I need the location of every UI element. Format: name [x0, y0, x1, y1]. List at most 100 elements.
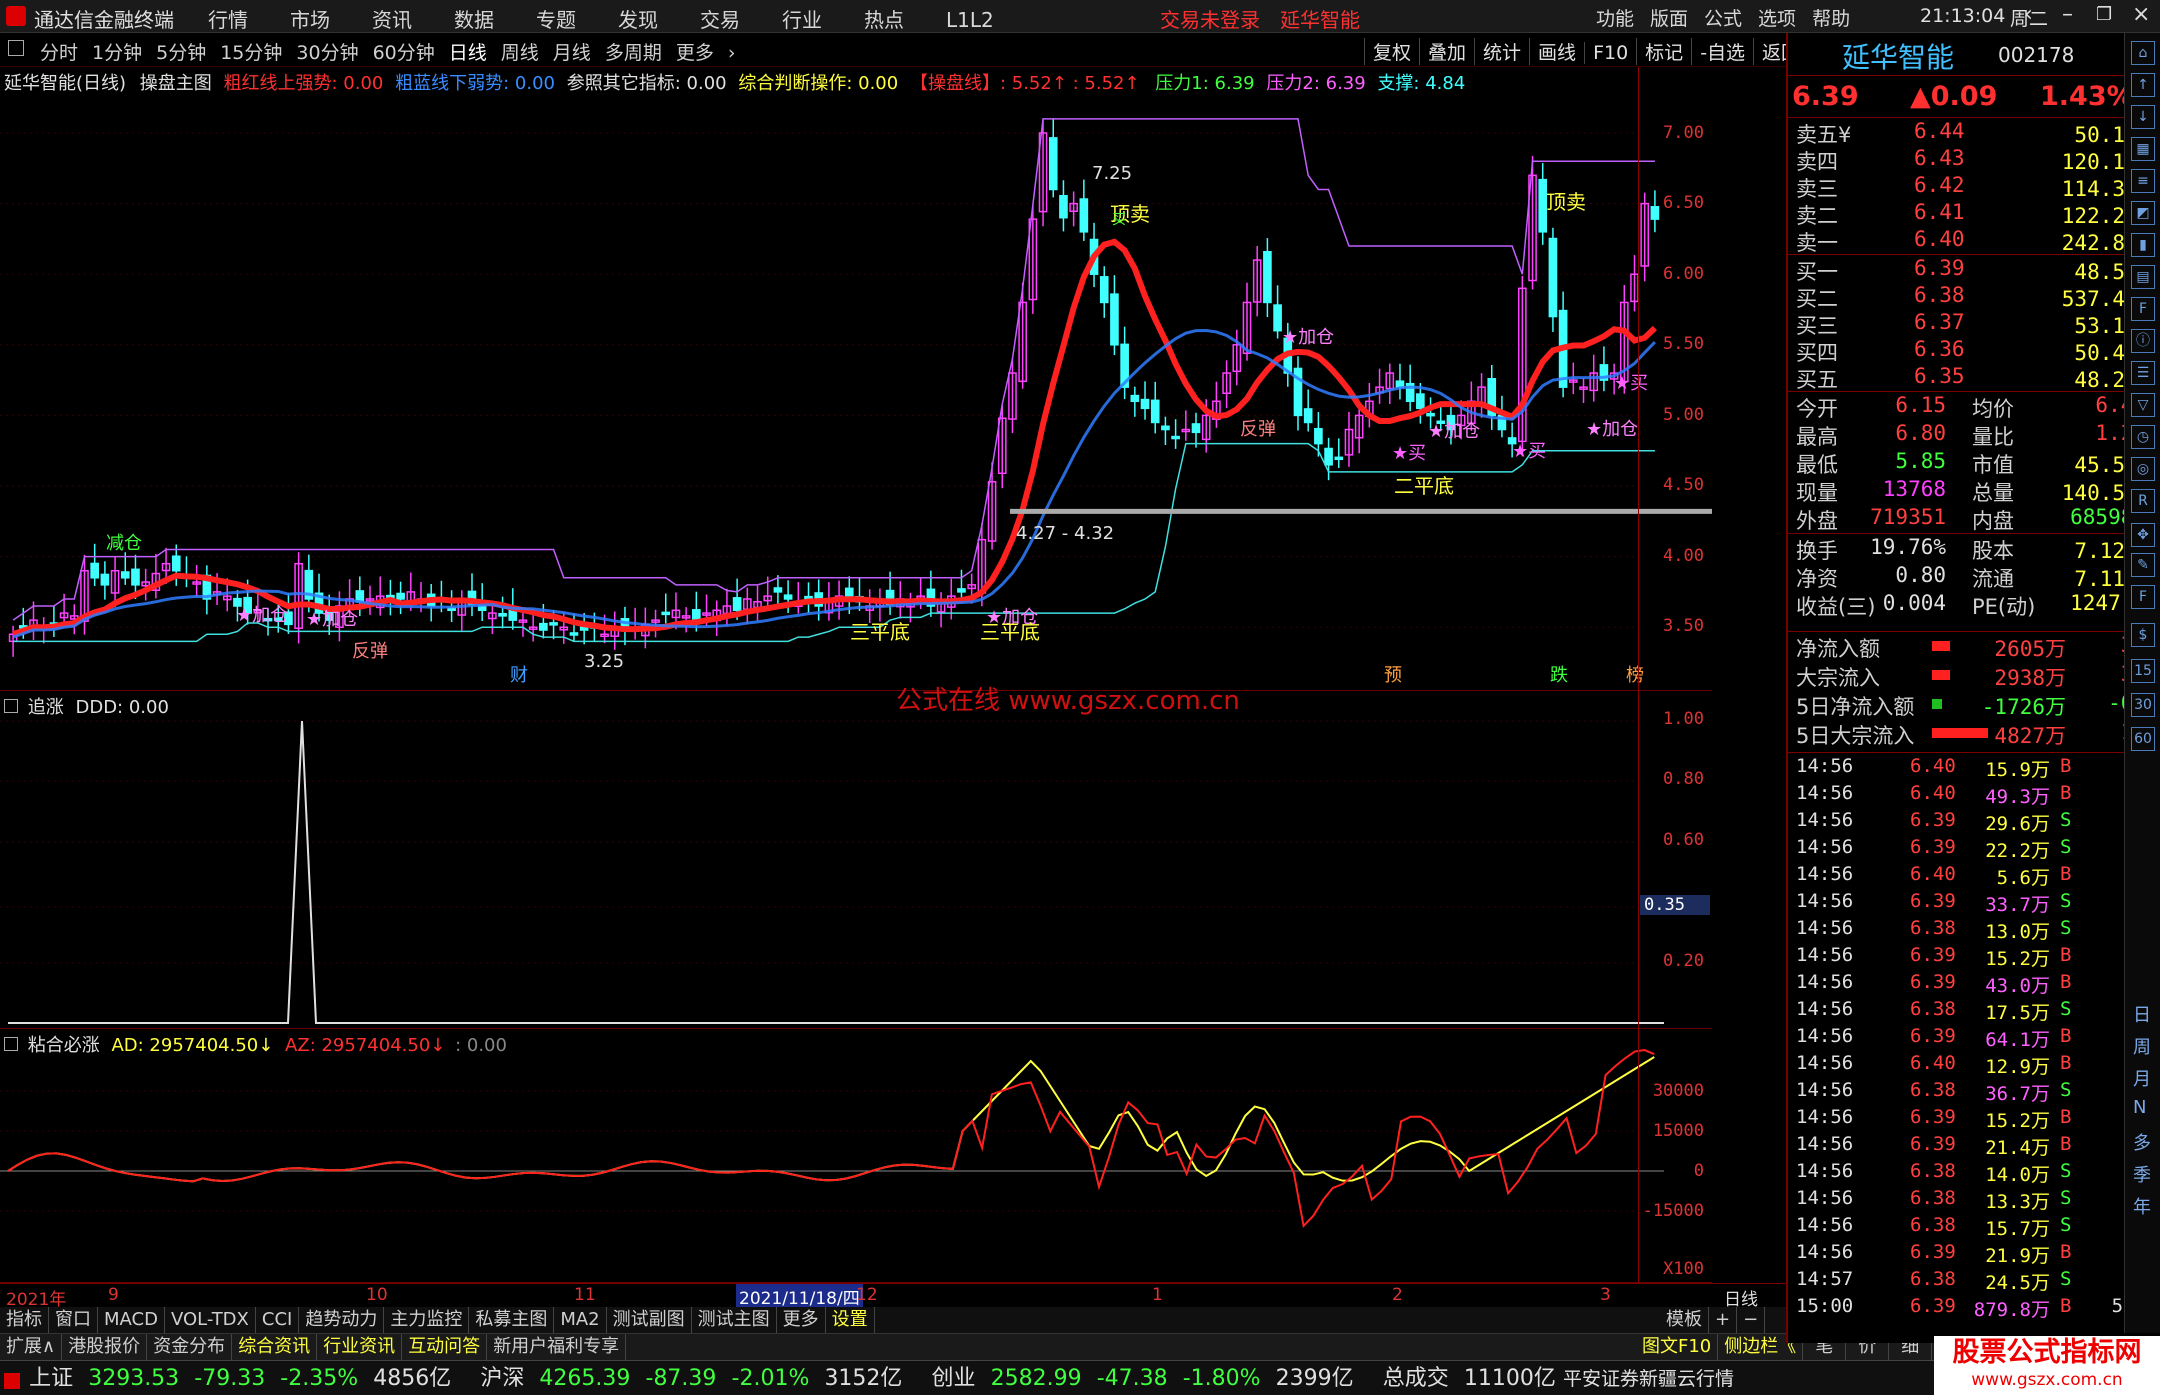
tick-row[interactable]: 14:566.3921.9万B23	[1792, 1241, 2146, 1268]
indicator-tab[interactable]: 窗口	[49, 1307, 98, 1333]
info-icon[interactable]: ⓘ	[2131, 329, 2155, 353]
menu-item[interactable]: 公式	[1704, 8, 1742, 30]
tick-row[interactable]: 14:566.3813.3万S18	[1792, 1187, 2146, 1214]
main-kline-panel[interactable]: 延华智能(日线) 操盘主图 粗红线上强势: 0.00 粗蓝线下弱势: 0.00 …	[0, 67, 1712, 691]
period-tab[interactable]: 多周期	[605, 38, 662, 65]
tick-row[interactable]: 14:566.3915.2万B26	[1792, 1106, 2146, 1133]
period-tab[interactable]: 分时	[40, 38, 78, 65]
filter-icon[interactable]: ▽	[2131, 393, 2155, 417]
indicator-tab[interactable]: 趋势动力	[299, 1307, 385, 1333]
zhuizhang-indicator-panel[interactable]: 追涨 DDD: 0.00 1.00 0.80 0.60 0.35 0.20	[0, 691, 1712, 1029]
list-icon[interactable]: ≡	[2131, 169, 2155, 193]
period-tab[interactable]: 60分钟	[373, 38, 435, 65]
compass-icon[interactable]: ◎	[2131, 457, 2155, 481]
up-arrow-icon[interactable]: ↑	[2131, 73, 2155, 97]
side-period-label[interactable]: 年	[2133, 1193, 2151, 1219]
tick-row[interactable]: 14:566.3929.6万S24	[1792, 809, 2146, 836]
tick-row[interactable]: 14:566.3813.0万S15	[1792, 917, 2146, 944]
30min-icon[interactable]: 30	[2131, 693, 2155, 717]
remove-button[interactable]: −	[1737, 1307, 1766, 1333]
menu-item[interactable]: 热点	[864, 4, 904, 33]
indicator-tab[interactable]: 更多	[777, 1307, 826, 1333]
nav-item[interactable]: 港股报价	[62, 1334, 148, 1360]
tick-row[interactable]: 14:566.3922.2万S32	[1792, 836, 2146, 863]
tool-button[interactable]: 叠加	[1419, 38, 1474, 65]
login-status[interactable]: 交易未登录	[1160, 4, 1260, 33]
tick-row[interactable]: 14:566.4012.9万B11	[1792, 1052, 2146, 1079]
tool-button[interactable]: 标记	[1636, 38, 1691, 65]
tick-row[interactable]: 14:566.3817.5万S25	[1792, 998, 2146, 1025]
indicator-tab[interactable]: 测试主图	[692, 1307, 777, 1333]
template-button[interactable]: 模板	[1660, 1307, 1709, 1333]
indicator-tab[interactable]: MACD	[98, 1307, 165, 1333]
back-icon[interactable]: ‹	[2024, 2, 2033, 27]
side-period-label[interactable]: 季	[2133, 1161, 2151, 1187]
tool-button[interactable]: -自选	[1691, 38, 1753, 65]
side-period-label[interactable]: N	[2133, 1097, 2146, 1118]
money-icon[interactable]: $	[2131, 623, 2155, 647]
minimize-icon[interactable]: –	[2062, 2, 2073, 27]
pen-icon[interactable]: ✎	[2131, 553, 2155, 577]
nav-item-highlight[interactable]: 行业资讯	[317, 1334, 403, 1360]
tool-button[interactable]: 统计	[1474, 38, 1529, 65]
tick-row[interactable]: 14:566.4015.9万B17	[1792, 755, 2146, 782]
tick-row[interactable]: 14:566.3815.7万S26	[1792, 1214, 2146, 1241]
nav-item[interactable]: 扩展∧	[0, 1334, 63, 1360]
candle-icon[interactable]: ▮	[2131, 233, 2155, 257]
nav-item[interactable]: 资金分布	[147, 1334, 233, 1360]
menu-item[interactable]: 专题	[536, 4, 576, 33]
nav-item-highlight[interactable]: 综合资讯	[232, 1334, 318, 1360]
add-button[interactable]: +	[1709, 1307, 1738, 1333]
tool-button[interactable]: 复权	[1364, 38, 1419, 65]
tick-row[interactable]: 14:566.3964.1万B33	[1792, 1025, 2146, 1052]
indicator-tab[interactable]: CCI	[256, 1307, 300, 1333]
settings-tab[interactable]: 设置	[826, 1307, 875, 1333]
60min-icon[interactable]: 60	[2131, 727, 2155, 751]
menu-item[interactable]: 行情	[208, 4, 248, 33]
menu-item[interactable]: 交易	[700, 4, 740, 33]
menu-item[interactable]: 市场	[290, 4, 330, 33]
period-tab[interactable]: 月线	[553, 38, 591, 65]
zhuizhang-chart[interactable]	[0, 691, 1712, 1029]
nav-item-highlight[interactable]: 互动问答	[402, 1334, 488, 1360]
maximize-icon[interactable]: ❐	[2096, 4, 2112, 25]
tick-row[interactable]: 15:006.39879.8万B534	[1792, 1295, 2146, 1322]
fs-icon[interactable]: F	[2131, 585, 2155, 609]
tick-row[interactable]: 14:566.3933.7万S34	[1792, 890, 2146, 917]
period-tab[interactable]: 5分钟	[156, 38, 206, 65]
menu-item[interactable]: 帮助	[1812, 8, 1850, 30]
nianhe-indicator-panel[interactable]: 粘合必涨 AD: 2957404.50↓ AZ: 2957404.50↓ : 0…	[0, 1029, 1712, 1283]
menu-item[interactable]: 选项	[1758, 8, 1796, 30]
side-period-label[interactable]: 多	[2133, 1129, 2151, 1155]
menu-item[interactable]: L1L2	[946, 8, 994, 32]
home-icon[interactable]: ⌂	[2131, 41, 2155, 65]
indicator-tab[interactable]: MA2	[554, 1307, 607, 1333]
table-icon[interactable]: ▤	[2131, 265, 2155, 289]
rsi-icon[interactable]: R	[2131, 489, 2155, 513]
side-period-label[interactable]: 日	[2133, 1001, 2151, 1027]
nianhe-chart[interactable]	[0, 1029, 1712, 1283]
period-tab[interactable]: 1分钟	[92, 38, 142, 65]
panel-toggle-icon[interactable]	[8, 40, 24, 56]
side-period-label[interactable]: 月	[2133, 1065, 2151, 1091]
indicator-tab[interactable]: 指标	[0, 1307, 49, 1333]
chart-icon[interactable]: ◩	[2131, 201, 2155, 225]
period-tab[interactable]: 更多	[676, 38, 714, 65]
tick-row[interactable]: 14:566.405.6万B15	[1792, 863, 2146, 890]
f10-icon[interactable]: F	[2131, 297, 2155, 321]
menu-item[interactable]: 版面	[1650, 8, 1688, 30]
tick-row[interactable]: 14:566.3836.7万S40	[1792, 1079, 2146, 1106]
tick-row[interactable]: 14:566.3921.4万B32	[1792, 1133, 2146, 1160]
period-tab-active[interactable]: 日线	[449, 38, 487, 65]
menu-item[interactable]: 功能	[1596, 8, 1634, 30]
down-arrow-icon[interactable]: ↓	[2131, 105, 2155, 129]
menu-item[interactable]: 发现	[618, 4, 658, 33]
tick-row[interactable]: 14:566.3915.2万B18	[1792, 944, 2146, 971]
period-tab[interactable]: 30分钟	[296, 38, 358, 65]
grid-icon[interactable]: ▦	[2131, 137, 2155, 161]
tick-row[interactable]: 14:566.4049.3万B15	[1792, 782, 2146, 809]
tool-button[interactable]: F10	[1584, 42, 1636, 64]
index-name[interactable]: 沪深	[480, 1361, 524, 1395]
clock-icon[interactable]: ◷	[2131, 425, 2155, 449]
menu-item[interactable]: 数据	[454, 4, 494, 33]
